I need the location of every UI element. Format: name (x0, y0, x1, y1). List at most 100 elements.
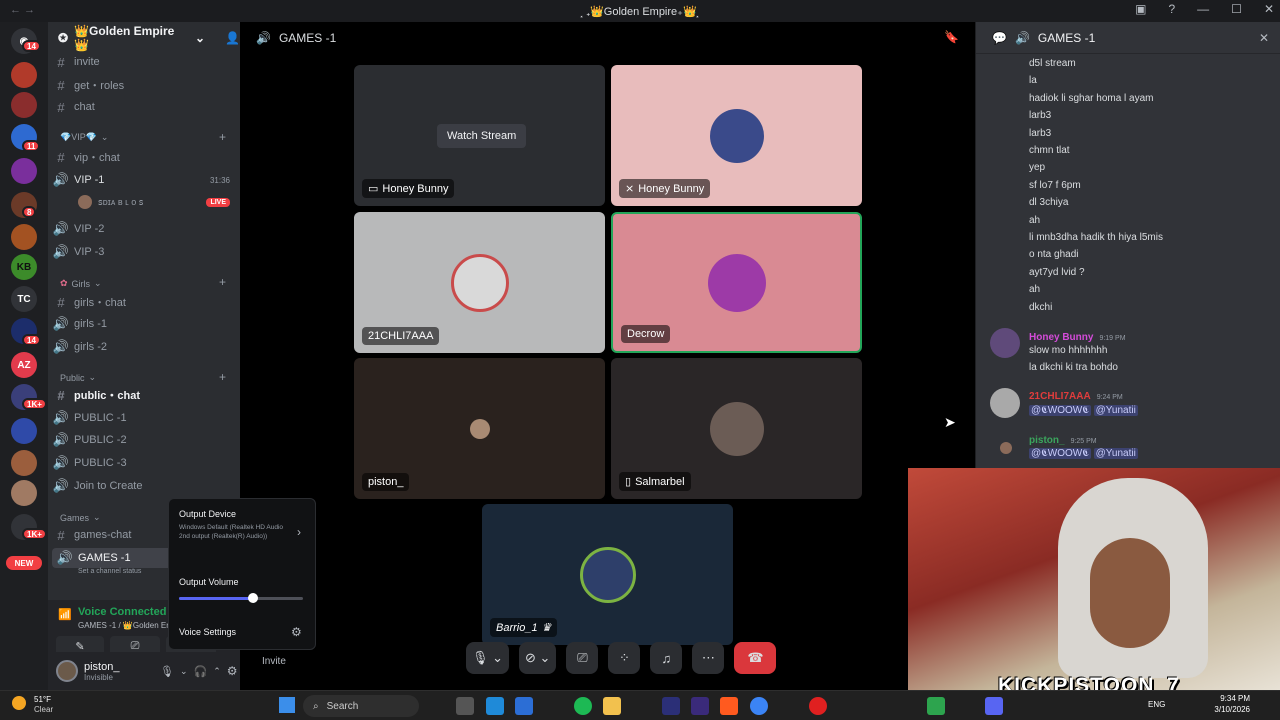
obs-icon[interactable] (809, 697, 827, 715)
volume-knob[interactable] (248, 593, 259, 603)
chrome-icon[interactable] (750, 697, 768, 715)
explorer-icon[interactable] (603, 697, 621, 715)
folder-icon[interactable] (11, 418, 37, 444)
add-channel-icon[interactable]: + (219, 130, 226, 144)
weather-icon[interactable] (12, 696, 26, 710)
voice-channel-item[interactable]: 🔊 VIP -1 31:36 (48, 170, 240, 190)
brave-icon[interactable] (720, 697, 738, 715)
server-icon-tc[interactable]: TC (11, 286, 37, 312)
task-view-icon[interactable] (456, 697, 474, 715)
minimize-button[interactable]: — (1197, 2, 1209, 16)
participant-tile[interactable]: ⨯ Honey Bunny (611, 65, 862, 206)
voice-channel-item[interactable]: 🔊 girls -1 (48, 314, 240, 334)
close-chat-icon[interactable]: ✕ (1259, 31, 1269, 45)
server-icon-az[interactable]: AZ (11, 352, 37, 378)
participant-tile-speaking[interactable]: Decrow (611, 212, 862, 353)
voice-channel-item[interactable]: 🔊 VIP -3 (48, 242, 240, 262)
settings-gear-icon[interactable]: ⚙ (291, 625, 302, 639)
add-user-icon[interactable]: 👤 (225, 31, 240, 45)
spotify-icon[interactable] (574, 697, 592, 715)
server-icon-kb[interactable]: KB (11, 254, 37, 280)
channel-item[interactable]: # get・roles (48, 75, 240, 95)
new-badge[interactable]: NEW (6, 556, 42, 570)
signal-icon[interactable]: 📶 (58, 608, 72, 621)
server-header[interactable]: ✪ 👑Golden Empire👑 ⌄ 👤 (48, 22, 240, 54)
watch-stream-button[interactable]: Watch Stream (437, 124, 527, 148)
category-vip[interactable]: 💎VIP💎 ⌄ (60, 132, 108, 143)
output-device-name[interactable]: Windows Default (Realtek HD Audio 2nd ou… (179, 523, 291, 541)
invite-button[interactable]: Invite (262, 656, 286, 667)
language-indicator[interactable]: ENG (1148, 700, 1165, 709)
maximize-button[interactable]: ☐ (1231, 2, 1242, 16)
avatar[interactable] (990, 388, 1020, 418)
participant-tile-stream[interactable]: Watch Stream ▭ Honey Bunny (354, 65, 605, 206)
inbox-icon[interactable]: ▣ (1135, 2, 1146, 16)
close-window-button[interactable]: ✕ (1264, 2, 1274, 16)
taskbar-search[interactable]: ⌕ Search (303, 695, 419, 717)
participant-tile[interactable]: 21CHLI7AAA (354, 212, 605, 353)
clock-date[interactable]: 3/10/2026 (1204, 705, 1250, 714)
xbox-icon[interactable] (927, 697, 945, 715)
channel-item[interactable]: # vip・chat (48, 147, 240, 167)
message-author[interactable]: Honey Bunny 9:19 PM (1029, 332, 1126, 343)
channel-item[interactable]: # public・chat (48, 385, 240, 405)
server-icon[interactable] (11, 62, 37, 88)
bookmark-icon[interactable]: 🔖 (944, 30, 959, 44)
headphones-icon[interactable]: 🎧 (194, 665, 208, 678)
add-channel-icon[interactable]: + (219, 275, 226, 289)
channel-item[interactable]: # girls・chat (48, 292, 240, 312)
user-mention[interactable]: @𝕮WOOW𝕮 (1029, 448, 1091, 459)
participant-tile[interactable]: Barrio_1 ♛ (482, 504, 733, 645)
message-author[interactable]: 21CHLI7AAA 9:24 PM (1029, 391, 1123, 402)
activities-button[interactable]: ⁘ (608, 642, 641, 674)
windows-start-icon[interactable] (279, 697, 295, 713)
help-icon[interactable]: ? (1168, 2, 1175, 16)
voice-channel-item[interactable]: 🔊 PUBLIC -3 (48, 453, 240, 473)
category-public[interactable]: Public ⌄ (60, 372, 96, 383)
voice-channel-item[interactable]: 🔊 girls -2 (48, 337, 240, 357)
voice-channel-item[interactable]: 🔊 PUBLIC -2 (48, 430, 240, 450)
user-mention[interactable]: @𝕮WOOW𝕮 (1029, 405, 1091, 416)
back-forward-icon[interactable]: ← → (10, 4, 35, 16)
user-mention[interactable]: @Yunatii (1093, 405, 1138, 416)
participant-tile[interactable]: ▯ Salmarbel (611, 358, 862, 499)
user-mention[interactable]: @Yunatii (1093, 448, 1138, 459)
clock-time[interactable]: 9:34 PM (1210, 694, 1250, 703)
avatar[interactable] (56, 660, 78, 682)
voice-member[interactable]: ꜱᴅɪᴀ ʙ ʟ ᴏ ꜱ LIVE (48, 192, 240, 212)
category-girls[interactable]: ✿ Girls ⌄ (60, 278, 102, 289)
chevron-down-icon[interactable]: ⌄ (180, 666, 188, 677)
avatar[interactable] (990, 328, 1020, 358)
voice-channel-item[interactable]: 🔊 PUBLIC -1 (48, 408, 240, 428)
server-icon[interactable] (11, 480, 37, 506)
settings-gear-icon[interactable]: ⚙ (227, 664, 238, 678)
voice-settings-link[interactable]: Voice Settings (179, 627, 236, 637)
participant-tile[interactable]: piston_ (354, 358, 605, 499)
message-author[interactable]: piston_ 9:25 PM (1029, 435, 1097, 446)
discord-icon[interactable] (985, 697, 1003, 715)
store-icon[interactable] (515, 697, 533, 715)
voice-channel-item[interactable]: 🔊 Join to Create (48, 476, 240, 496)
screen-share-button[interactable]: ⎚ (566, 642, 599, 674)
premiere-icon[interactable] (662, 697, 680, 715)
server-icon[interactable] (11, 450, 37, 476)
after-effects-icon[interactable] (691, 697, 709, 715)
avatar[interactable] (1000, 442, 1012, 454)
edge-icon[interactable] (486, 697, 504, 715)
server-icon[interactable] (11, 158, 37, 184)
channel-item[interactable]: # invite (48, 52, 240, 72)
chevron-up-icon[interactable]: ⌃ (213, 666, 221, 677)
add-channel-icon[interactable]: + (219, 370, 226, 384)
volume-slider[interactable] (179, 593, 303, 603)
category-games[interactable]: Games ⌄ (60, 512, 101, 523)
voice-channel-item[interactable]: 🔊 VIP -2 (48, 219, 240, 239)
microphone-toggle[interactable]: 🎙 ⌄ (466, 642, 510, 674)
server-icon[interactable] (11, 224, 37, 250)
more-options-button[interactable]: ⋯ (692, 642, 725, 674)
camera-toggle[interactable]: ⊘ ⌄ (519, 642, 557, 674)
microphone-icon[interactable]: 🎙 (160, 665, 174, 678)
chevron-right-icon[interactable]: › (297, 525, 301, 539)
soundboard-button[interactable]: ♫ (650, 642, 683, 674)
channel-item[interactable]: # chat (48, 97, 240, 117)
disconnect-button[interactable]: ☎ (734, 642, 777, 674)
